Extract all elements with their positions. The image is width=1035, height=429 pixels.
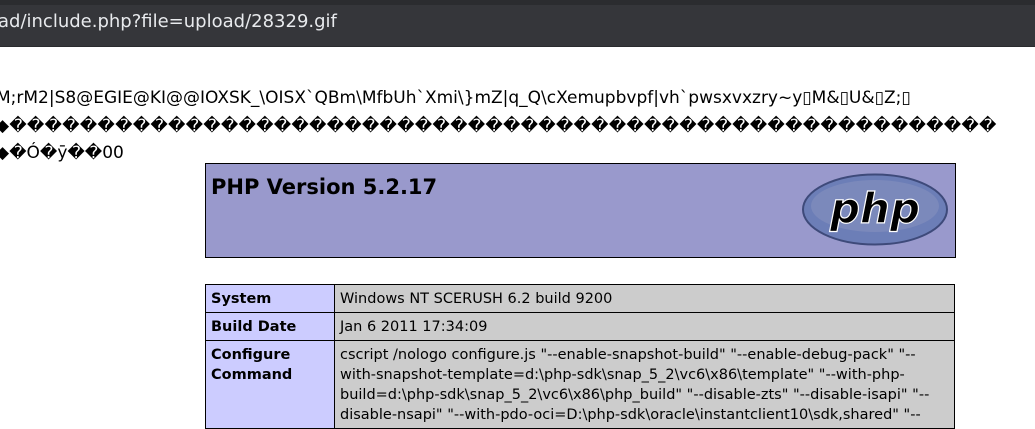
row-value: cscript /nologo configure.js "--enable-s… [334,340,955,429]
php-logo-icon[interactable]: php [801,172,949,247]
row-key: System [205,284,335,313]
table-row: Configure Command cscript /nologo config… [205,340,955,429]
tab-strip-edge [0,0,1035,5]
table-row: Build Date Jan 6 2011 17:34:09 [205,312,955,341]
address-bar[interactable]: ad/include.php?file=upload/28329.gif [0,0,1035,47]
binary-garbage-line-3: ◆�Ó�ȳ��00 [0,143,124,163]
row-key: Build Date [205,312,335,341]
page-title: PHP Version 5.2.17 [211,175,438,199]
table-row: System Windows NT SCERUSH 6.2 build 9200 [205,284,955,313]
row-value: Windows NT SCERUSH 6.2 build 9200 [334,284,955,313]
address-url[interactable]: ad/include.php?file=upload/28329.gif [0,11,337,32]
binary-garbage-line-2: ◆���������������������������������������… [0,116,997,136]
row-value: Jan 6 2011 17:34:09 [334,312,955,341]
phpinfo-header: PHP Version 5.2.17 php [205,163,956,258]
phpinfo-table: System Windows NT SCERUSH 6.2 build 9200… [205,284,955,429]
php-logo-text: php [829,184,920,233]
binary-garbage-line-1: M;rM2|S8@EGIE@KI@@IOXSK_\OISX`QBm\MfbUh`… [0,88,911,108]
row-key: Configure Command [205,340,335,429]
